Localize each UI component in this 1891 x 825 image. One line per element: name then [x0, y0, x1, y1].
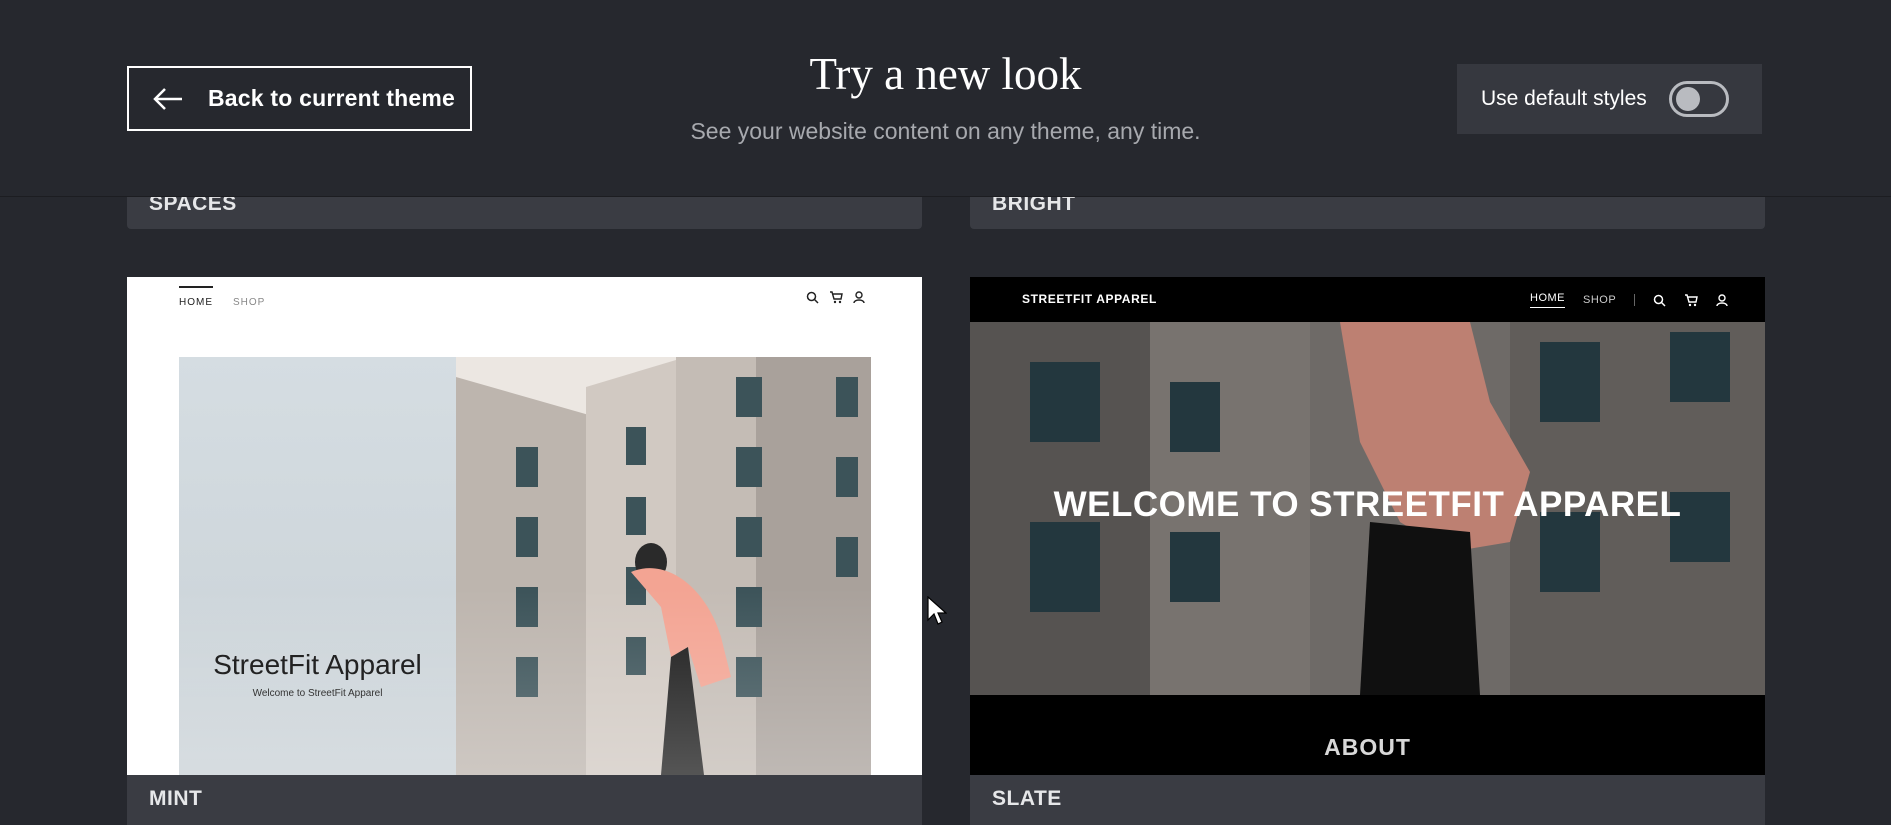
theme-name: MINT: [149, 787, 203, 810]
default-styles-panel: Use default styles: [1457, 64, 1762, 134]
preview-icons: [806, 291, 865, 304]
user-icon: [1716, 293, 1728, 306]
nav-divider: [1634, 294, 1636, 306]
site-tagline: Welcome to StreetFit Apparel: [252, 688, 383, 699]
search-icon: [806, 291, 819, 304]
cursor-icon: [927, 596, 947, 625]
hero-panel: [179, 357, 456, 775]
preview-nav-bar: STREETFIT APPAREL HOME SHOP: [970, 277, 1765, 322]
theme-label-mint[interactable]: MINT: [127, 775, 922, 825]
theme-card-spaces[interactable]: SPACES: [127, 192, 922, 229]
section-heading-about: ABOUT: [1324, 734, 1411, 760]
nav-home: HOME: [179, 286, 213, 308]
theme-name: SLATE: [992, 787, 1062, 810]
header: Back to current theme Try a new look See…: [0, 0, 1891, 197]
cart-icon: [830, 291, 843, 304]
theme-card-bright[interactable]: BRIGHT: [970, 192, 1765, 229]
theme-label-slate[interactable]: SLATE: [970, 775, 1765, 825]
search-icon: [1653, 294, 1666, 307]
cart-icon: [1685, 293, 1699, 306]
theme-preview-slate[interactable]: STREETFIT APPAREL HOME SHOP WELCOME TO S…: [970, 277, 1765, 775]
default-styles-toggle[interactable]: [1669, 81, 1729, 117]
nav-shop: SHOP: [233, 297, 266, 308]
preview-nav: HOME SHOP: [179, 286, 265, 308]
hero-headline: WELCOME TO STREETFIT APPAREL: [1053, 485, 1682, 524]
site-title: StreetFit Apparel: [213, 649, 422, 680]
user-icon: [853, 291, 865, 304]
theme-preview-mint[interactable]: HOME SHOP StreetFit Apparel Welcome to S…: [127, 277, 922, 775]
hero-photo: [456, 357, 871, 775]
nav-home: HOME: [1530, 292, 1565, 308]
nav-shop: SHOP: [1583, 294, 1617, 306]
preview-hero: StreetFit Apparel Welcome to StreetFit A…: [179, 357, 871, 775]
toggle-knob: [1676, 87, 1700, 111]
site-logo: STREETFIT APPAREL: [1022, 292, 1157, 306]
default-styles-label: Use default styles: [1481, 87, 1647, 110]
preview-nav: HOME SHOP: [1530, 292, 1728, 308]
